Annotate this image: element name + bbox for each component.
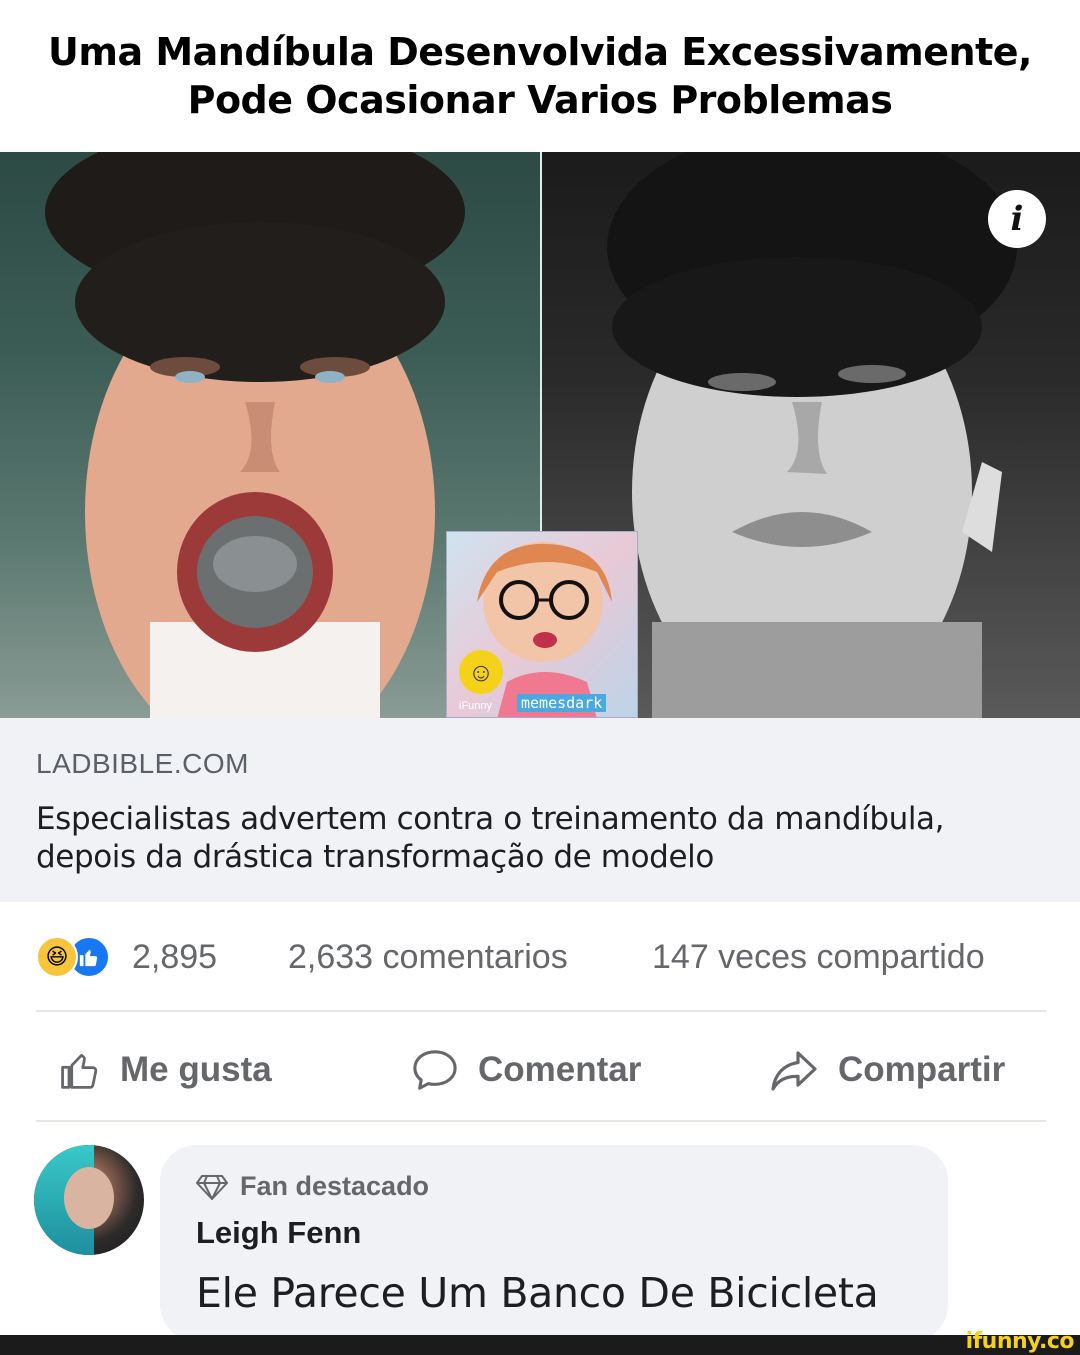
like-button[interactable]: Me gusta bbox=[58, 1038, 272, 1102]
share-arrow-icon bbox=[771, 1051, 817, 1091]
link-preview[interactable]: LADBIBLE.COM Especialistas advertem cont… bbox=[0, 718, 1080, 902]
speech-bubble-icon bbox=[413, 1050, 457, 1090]
thumbs-up-icon bbox=[79, 949, 98, 967]
comment-bubble: Fan destacado Leigh Fenn Ele Parece Um B… bbox=[160, 1145, 948, 1341]
laugh-reaction-icon[interactable]: 😆 bbox=[36, 936, 78, 978]
caption-line-1: Uma Mandíbula Desenvolvida Excessivament… bbox=[48, 30, 1032, 74]
diamond-icon bbox=[196, 1174, 228, 1200]
link-title-line-2: depois da drástica transformação de mode… bbox=[36, 839, 714, 875]
meme-caption: Uma Mandíbula Desenvolvida Excessivament… bbox=[0, 28, 1080, 124]
watermark-tag: memesdark bbox=[517, 694, 607, 712]
comment-author[interactable]: Leigh Fenn bbox=[196, 1215, 361, 1251]
watermark-overlay: ☺ iFunny memesdark bbox=[446, 531, 638, 718]
watermark-source: iFunny bbox=[459, 700, 493, 712]
link-domain: LADBIBLE.COM bbox=[36, 748, 249, 779]
post-image[interactable]: i ☺ iFunny memesdark bbox=[0, 152, 1080, 718]
avatar-face bbox=[64, 1167, 114, 1229]
link-title: Especialistas advertem contra o treiname… bbox=[36, 800, 1056, 876]
engagement-stats: 😆 2,895 2,633 comentarios 147 veces comp… bbox=[36, 930, 1046, 990]
info-icon[interactable]: i bbox=[988, 190, 1046, 248]
ifunny-logo: ifunny.co bbox=[965, 1329, 1075, 1354]
comment-text: Ele Parece Um Banco De Bicicleta bbox=[196, 1269, 879, 1317]
reaction-count[interactable]: 2,895 bbox=[132, 938, 217, 977]
top-fan-badge: Fan destacado bbox=[196, 1171, 429, 1202]
footer-bar: ifunny.co bbox=[0, 1329, 1080, 1355]
comment-button-label: Comentar bbox=[478, 1050, 642, 1089]
link-title-line-1: Especialistas advertem contra o treiname… bbox=[36, 801, 945, 837]
comments-count[interactable]: 2,633 comentarios bbox=[288, 938, 568, 977]
smiley-icon: ☺ bbox=[459, 650, 503, 694]
share-button[interactable]: Compartir bbox=[768, 1038, 1005, 1102]
like-button-label: Me gusta bbox=[120, 1050, 272, 1089]
share-button-label: Compartir bbox=[838, 1050, 1006, 1089]
divider-top bbox=[36, 1010, 1046, 1012]
comment-button[interactable]: Comentar bbox=[410, 1038, 641, 1102]
avatar[interactable] bbox=[34, 1145, 144, 1255]
caption-line-2: Pode Ocasionar Varios Problemas bbox=[187, 78, 893, 122]
divider-bottom bbox=[36, 1120, 1046, 1122]
thumbs-up-outline-icon bbox=[61, 1053, 98, 1089]
badge-label: Fan destacado bbox=[240, 1171, 430, 1201]
shares-count[interactable]: 147 veces compartido bbox=[652, 938, 985, 977]
